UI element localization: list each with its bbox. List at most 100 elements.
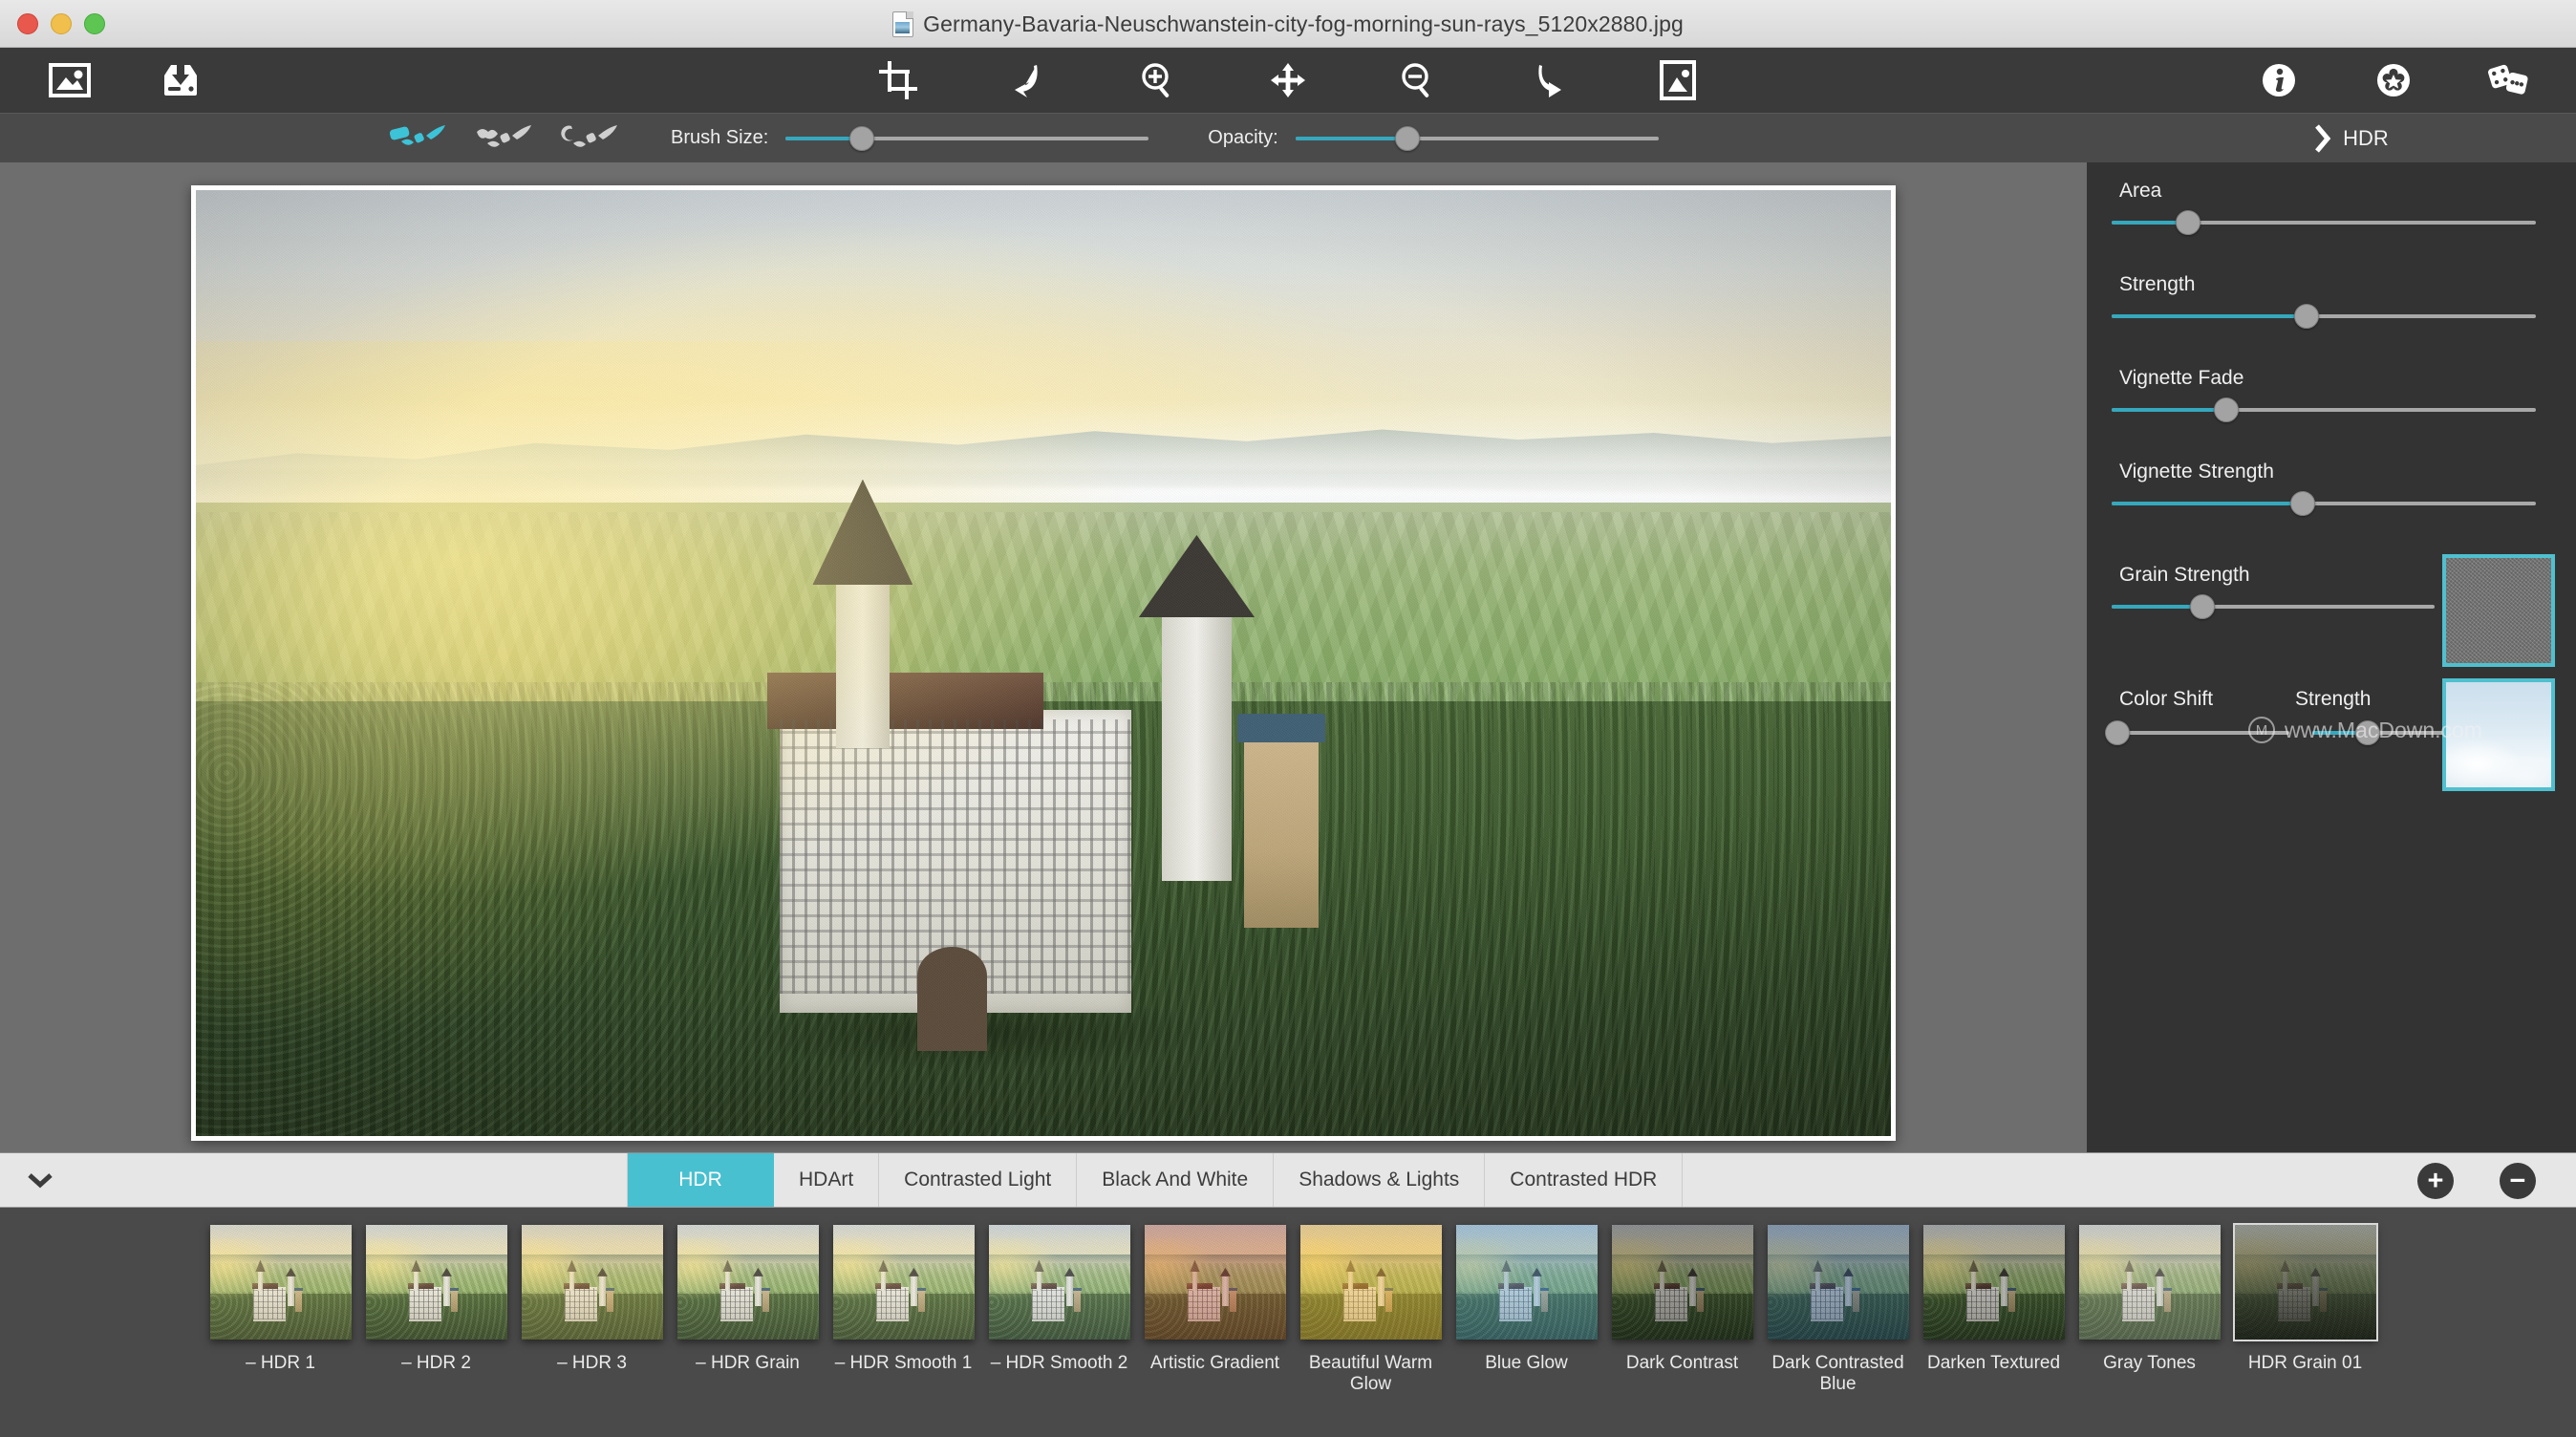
preset-thumbnail[interactable] — [833, 1225, 975, 1340]
preset-item[interactable]: Gray Tones — [2072, 1225, 2227, 1374]
brush-tool-paint[interactable] — [388, 122, 447, 155]
preset-item[interactable]: Artistic Gradient — [1137, 1225, 1293, 1374]
preset-strip[interactable]: – HDR 1– HDR 2– HDR 3– HDR Grain– HDR Sm… — [0, 1208, 2576, 1437]
preset-item[interactable]: – HDR 3 — [514, 1225, 670, 1374]
window-controls — [17, 13, 105, 34]
preset-label: – HDR 2 — [361, 1353, 512, 1374]
tab-shadows-lights[interactable]: Shadows & Lights — [1274, 1153, 1485, 1207]
effects-button[interactable] — [2372, 58, 2415, 102]
preset-label: Gray Tones — [2074, 1353, 2225, 1374]
preset-item[interactable]: – HDR 1 — [203, 1225, 358, 1374]
castle-subject — [704, 578, 1331, 1051]
photo-frame — [191, 185, 1896, 1141]
vignette-fade-slider[interactable] — [2112, 397, 2536, 422]
preset-label: Artistic Gradient — [1140, 1353, 1291, 1374]
preset-item[interactable]: – HDR Smooth 2 — [981, 1225, 1137, 1374]
preset-item[interactable]: Darken Textured — [1916, 1225, 2072, 1374]
preset-thumbnail[interactable] — [1768, 1225, 1909, 1340]
preset-thumbnail[interactable] — [522, 1225, 663, 1340]
preset-thumbnail[interactable] — [1923, 1225, 2065, 1340]
tab-hdr[interactable]: HDR — [627, 1153, 774, 1207]
brush-size-slider[interactable] — [785, 124, 1148, 153]
preset-item[interactable]: Dark Contrast — [1604, 1225, 1760, 1374]
neuschwanstein-castle-photo[interactable] — [196, 190, 1891, 1136]
preset-label: Beautiful Warm Glow — [1296, 1353, 1447, 1396]
preset-thumbnail[interactable] — [677, 1225, 819, 1340]
strength-control: Strength — [2087, 273, 2576, 329]
tab-label: Black And White — [1102, 1169, 1248, 1191]
preset-label: Blue Glow — [1451, 1353, 1602, 1374]
vignette-strength-slider[interactable] — [2112, 491, 2536, 516]
minimize-button[interactable] — [51, 13, 72, 34]
chevron-down-icon — [26, 1170, 54, 1190]
opacity-slider[interactable] — [1296, 124, 1659, 153]
preset-item[interactable]: – HDR Grain — [670, 1225, 826, 1374]
toolbar-center-group — [876, 58, 1700, 102]
add-preset-button[interactable]: + — [2417, 1163, 2454, 1199]
panel-title: HDR — [2156, 126, 2576, 151]
undo-arrow-icon — [1009, 61, 1047, 99]
remove-preset-button[interactable]: − — [2500, 1163, 2536, 1199]
crop-tool-button[interactable] — [876, 58, 920, 102]
strength-label: Strength — [2119, 273, 2576, 296]
preset-thumbnail[interactable] — [1456, 1225, 1598, 1340]
undo-button[interactable] — [1006, 58, 1050, 102]
collapse-strip-button[interactable] — [0, 1153, 80, 1207]
preset-item[interactable]: – HDR 2 — [358, 1225, 514, 1374]
color-shift-slider[interactable] — [2112, 720, 2289, 745]
close-button[interactable] — [17, 13, 38, 34]
hdr-settings-panel: Area Strength Vignette Fade Vignette Str… — [2087, 162, 2576, 1152]
canvas-area[interactable] — [0, 162, 2087, 1152]
vignette-strength-label: Vignette Strength — [2119, 461, 2576, 483]
zoom-in-button[interactable] — [1136, 58, 1180, 102]
open-image-button[interactable] — [48, 58, 92, 102]
preset-thumbnail[interactable] — [2079, 1225, 2221, 1340]
save-image-button[interactable] — [159, 58, 203, 102]
main-toolbar — [0, 48, 2576, 113]
preset-label: – HDR Grain — [673, 1353, 824, 1374]
tab-contrasted-hdr[interactable]: Contrasted HDR — [1485, 1153, 1683, 1207]
preset-thumbnail[interactable] — [1145, 1225, 1286, 1340]
preset-thumbnail[interactable] — [2235, 1225, 2376, 1340]
brush-tool-erase[interactable] — [474, 122, 533, 155]
cloud-texture-swatch[interactable] — [2442, 678, 2555, 791]
redo-button[interactable] — [1526, 58, 1570, 102]
toolbar-right-group — [2257, 58, 2530, 102]
pan-tool-button[interactable] — [1266, 58, 1310, 102]
maximize-button[interactable] — [84, 13, 105, 34]
preset-item[interactable]: Blue Glow — [1449, 1225, 1604, 1374]
tab-label: Shadows & Lights — [1299, 1169, 1459, 1191]
image-document-icon — [892, 11, 913, 37]
vignette-fade-label: Vignette Fade — [2119, 367, 2576, 390]
brush-tool-restore[interactable] — [560, 122, 619, 155]
preset-thumbnail[interactable] — [210, 1225, 352, 1340]
preset-item[interactable]: HDR Grain 01 — [2227, 1225, 2383, 1374]
strength-slider[interactable] — [2112, 304, 2536, 329]
area-control: Area — [2087, 180, 2576, 235]
brush-size-control: Brush Size: — [671, 124, 1148, 153]
tab-hdart[interactable]: HDArt — [774, 1153, 879, 1207]
preset-item[interactable]: Dark Contrasted Blue — [1760, 1225, 1916, 1396]
grain-strength-slider[interactable] — [2112, 594, 2435, 619]
random-button[interactable] — [2486, 58, 2530, 102]
dice-icon — [2486, 61, 2530, 99]
preset-thumbnail[interactable] — [1300, 1225, 1442, 1340]
info-circle-icon — [2259, 60, 2299, 100]
magnifier-minus-icon — [1399, 61, 1437, 99]
grain-texture-swatch[interactable] — [2442, 554, 2555, 667]
preset-thumbnail[interactable] — [366, 1225, 507, 1340]
tab-contrasted-light[interactable]: Contrasted Light — [879, 1153, 1077, 1207]
tab-label: Contrasted Light — [904, 1169, 1051, 1191]
info-button[interactable] — [2257, 58, 2301, 102]
fit-image-button[interactable] — [1656, 58, 1700, 102]
area-slider[interactable] — [2112, 210, 2536, 235]
save-to-disk-icon — [159, 62, 203, 98]
zoom-out-button[interactable] — [1396, 58, 1440, 102]
tab-black-and-white[interactable]: Black And White — [1077, 1153, 1274, 1207]
preset-thumbnail[interactable] — [989, 1225, 1130, 1340]
remove-preset-glyph: − — [2510, 1168, 2526, 1195]
preset-thumbnail[interactable] — [1612, 1225, 1753, 1340]
preset-item[interactable]: Beautiful Warm Glow — [1293, 1225, 1449, 1396]
preset-item[interactable]: – HDR Smooth 1 — [826, 1225, 981, 1374]
app-window: Germany-Bavaria-Neuschwanstein-city-fog-… — [0, 0, 2576, 1437]
